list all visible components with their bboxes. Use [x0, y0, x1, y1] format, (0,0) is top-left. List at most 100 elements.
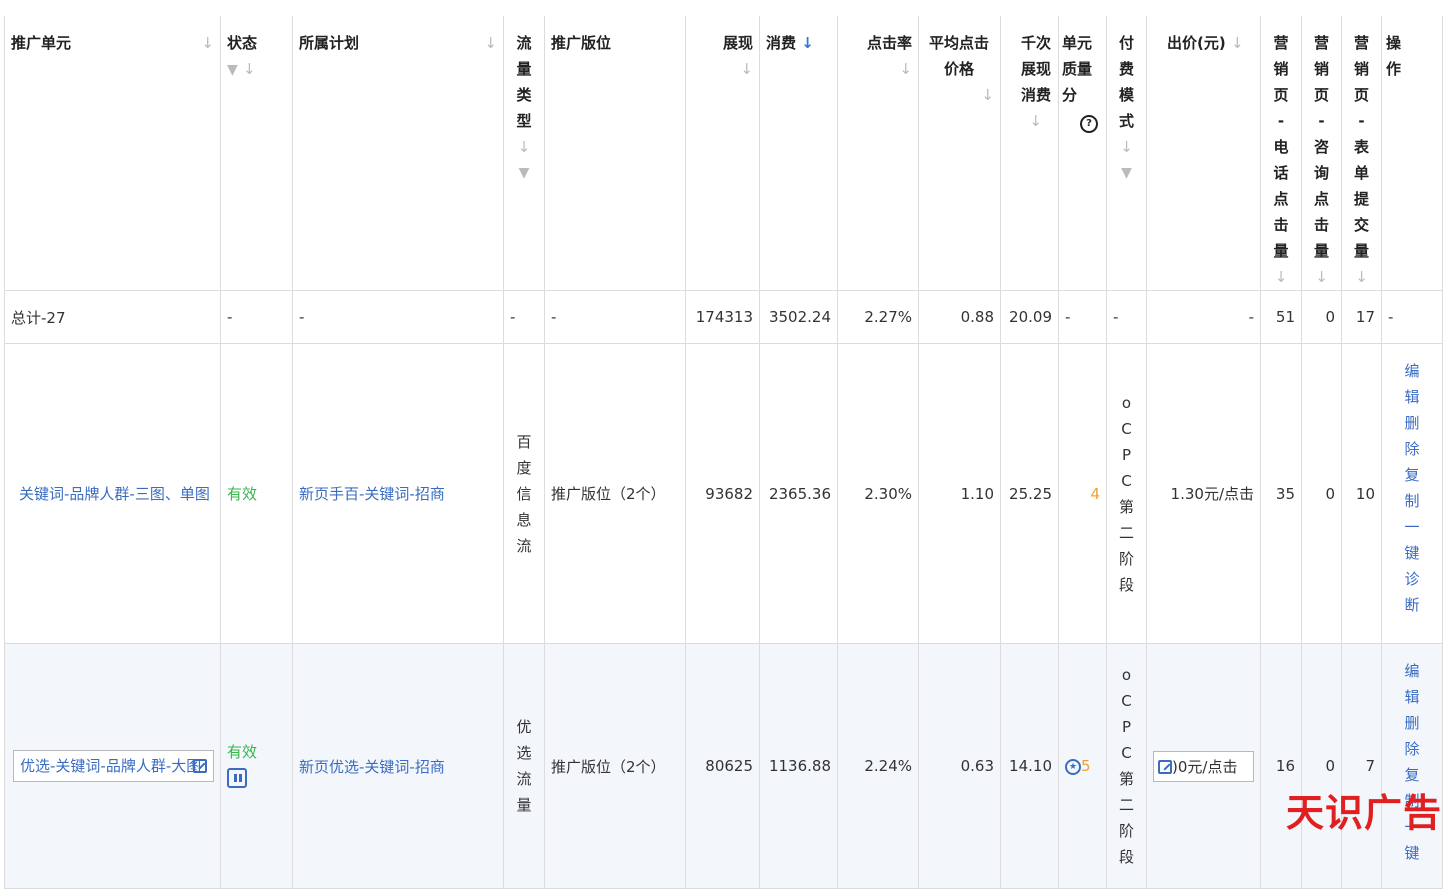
consult-clicks-cell: 0: [1301, 343, 1342, 644]
total-ctr: 2.27%: [837, 290, 919, 344]
col-plan[interactable]: 所属计划 ↓: [292, 16, 504, 291]
plan-name-text[interactable]: 新页手百-关键词-招商: [299, 485, 445, 503]
sort-arrow-icon[interactable]: ↓: [243, 56, 256, 82]
pause-icon[interactable]: [227, 767, 247, 788]
col-phone-clicks[interactable]: 营销页-电话点击量 ↓: [1260, 16, 1302, 291]
question-help-icon[interactable]: ?: [1080, 115, 1098, 133]
sort-arrow-icon[interactable]: ↓: [201, 30, 214, 56]
total-form-submits: 17: [1341, 290, 1382, 344]
col-bid-label: 出价(元): [1167, 34, 1226, 52]
col-form-submits-label: 营销页-表单提交量: [1353, 34, 1369, 260]
col-avg-cpc-label: 平均点击价格: [928, 34, 989, 78]
total-pay-mode: -: [1106, 290, 1147, 344]
cpm-cell: 25.25: [1000, 343, 1059, 644]
bid-cell[interactable]: 1.30元/点击: [1146, 343, 1261, 644]
col-form-submits[interactable]: 营销页-表单提交量 ↓: [1341, 16, 1382, 291]
total-plan: -: [292, 290, 504, 344]
col-pay-mode-label: 付费模式: [1118, 34, 1134, 130]
total-row: 总计-27 - - - - 174313 3502.24 2.27% 0.88 …: [4, 290, 1443, 344]
unit-name-edit[interactable]: 优选-关键词-品牌人群-大图: [4, 643, 221, 889]
col-avg-cpc[interactable]: 平均点击价格 ↓: [918, 16, 1001, 291]
total-consult-clicks: 0: [1301, 290, 1342, 344]
total-quality: -: [1058, 290, 1107, 344]
sort-arrow-icon[interactable]: ↓: [1231, 30, 1244, 56]
col-status-label: 状态: [227, 34, 258, 52]
ops-links[interactable]: 编辑删除复制一键诊断: [1403, 358, 1421, 618]
total-impressions: 174313: [685, 290, 760, 344]
col-quality-label: 单元质量分: [1062, 34, 1093, 104]
plan-name-text[interactable]: 新页优选-关键词-招商: [299, 758, 445, 776]
filter-funnel-icon[interactable]: ▼: [1119, 160, 1135, 186]
sort-arrow-icon[interactable]: ↓: [1354, 264, 1370, 290]
traffic-type-text: 百度信息流: [516, 432, 532, 555]
edit-icon[interactable]: [193, 759, 207, 773]
sort-arrow-icon[interactable]: ↓: [899, 56, 912, 82]
filter-funnel-icon[interactable]: ▼: [227, 57, 238, 83]
header-row: 推广单元 ↓ 状态 ▼ ↓ 所属计划 ↓ 流量类型 ↓ ▼ 推广版位 展现 ↓ 消费 ↓ 点…: [4, 16, 1443, 291]
col-cpm-label: 千次展现消费: [1020, 34, 1051, 104]
unit-name-text[interactable]: 关键词-品牌人群-三图、单图: [19, 485, 210, 503]
ops-cell[interactable]: 编辑删除复制一键: [1381, 643, 1443, 889]
edit-icon[interactable]: [1158, 760, 1172, 774]
quality-cell: ★ 5: [1058, 643, 1107, 889]
placement-cell: 推广版位（2个）: [544, 643, 686, 889]
sort-arrow-icon[interactable]: ↓: [516, 134, 532, 160]
cpm-cell: 14.10: [1000, 643, 1059, 889]
sort-arrow-icon[interactable]: ↓: [740, 56, 753, 82]
filter-funnel-icon[interactable]: ▼: [516, 160, 532, 186]
ad-unit-table: 推广单元 ↓ 状态 ▼ ↓ 所属计划 ↓ 流量类型 ↓ ▼ 推广版位 展现 ↓ 消费 ↓ 点…: [4, 16, 1443, 889]
quality-score: 5: [1081, 757, 1091, 775]
sort-arrow-icon[interactable]: ↓: [1273, 264, 1289, 290]
sort-arrow-icon[interactable]: ↓: [1314, 264, 1330, 290]
col-traffic-type-label: 流量类型: [516, 34, 532, 130]
sort-arrow-icon[interactable]: ↓: [1029, 108, 1042, 134]
sort-arrow-icon[interactable]: ↓: [484, 30, 497, 56]
col-consult-clicks-label: 营销页-咨询点击量: [1313, 34, 1329, 260]
traffic-type-cell: 优选流量: [503, 643, 545, 889]
unit-name-editbox[interactable]: 优选-关键词-品牌人群-大图: [13, 750, 214, 782]
col-phone-clicks-label: 营销页-电话点击量: [1273, 34, 1289, 260]
col-traffic-type[interactable]: 流量类型 ↓ ▼: [503, 16, 545, 291]
pay-mode-text: oCPC第二阶段: [1118, 393, 1134, 594]
consult-clicks-cell: 0: [1301, 643, 1342, 889]
unit-name-text[interactable]: 优选-关键词-品牌人群-大图: [20, 757, 201, 775]
col-ctr[interactable]: 点击率 ↓: [837, 16, 919, 291]
phone-clicks-cell: 35: [1260, 343, 1302, 644]
bid-editbox[interactable]: )0元/点击: [1153, 750, 1254, 782]
col-plan-label: 所属计划: [299, 34, 360, 52]
sort-arrow-icon[interactable]: ↓: [981, 82, 994, 108]
traffic-type-cell: 百度信息流: [503, 343, 545, 644]
star-badge-icon: ★: [1065, 758, 1081, 775]
plan-link[interactable]: 新页优选-关键词-招商: [292, 643, 504, 889]
sort-desc-active-icon[interactable]: ↓: [801, 30, 814, 56]
col-status[interactable]: 状态 ▼ ↓: [220, 16, 293, 291]
avg-cpc-cell: 0.63: [918, 643, 1001, 889]
form-submits-cell: 10: [1341, 343, 1382, 644]
col-quality: 单元质量分?: [1058, 16, 1107, 291]
total-phone-clicks: 51: [1260, 290, 1302, 344]
col-cpm[interactable]: 千次展现消费 ↓: [1000, 16, 1059, 291]
unit-name-link[interactable]: 关键词-品牌人群-三图、单图: [4, 343, 221, 644]
status-cell: 有效: [220, 343, 293, 644]
col-pay-mode[interactable]: 付费模式 ↓ ▼: [1106, 16, 1147, 291]
form-submits-cell: 7: [1341, 643, 1382, 889]
total-cost: 3502.24: [759, 290, 838, 344]
col-unit[interactable]: 推广单元 ↓: [4, 16, 221, 291]
plan-link[interactable]: 新页手百-关键词-招商: [292, 343, 504, 644]
col-cost[interactable]: 消费 ↓: [759, 16, 838, 291]
bid-cell[interactable]: )0元/点击: [1146, 643, 1261, 889]
col-consult-clicks[interactable]: 营销页-咨询点击量 ↓: [1301, 16, 1342, 291]
total-traffic-type: -: [503, 290, 545, 344]
total-placement: -: [544, 290, 686, 344]
col-bid[interactable]: 出价(元) ↓: [1146, 16, 1261, 291]
ops-cell[interactable]: 编辑删除复制一键诊断: [1381, 343, 1443, 644]
phone-clicks-cell: 16: [1260, 643, 1302, 889]
col-impressions[interactable]: 展现 ↓: [685, 16, 760, 291]
quality-score: 4: [1090, 484, 1100, 503]
status-text: 有效: [227, 742, 258, 761]
total-bid: -: [1146, 290, 1261, 344]
table-row: 优选-关键词-品牌人群-大图 有效 新页优选-关键词-招商 优选流量 推广版位（…: [4, 643, 1443, 889]
traffic-type-text: 优选流量: [516, 718, 532, 814]
sort-arrow-icon[interactable]: ↓: [1119, 134, 1135, 160]
col-ctr-label: 点击率: [866, 34, 912, 52]
